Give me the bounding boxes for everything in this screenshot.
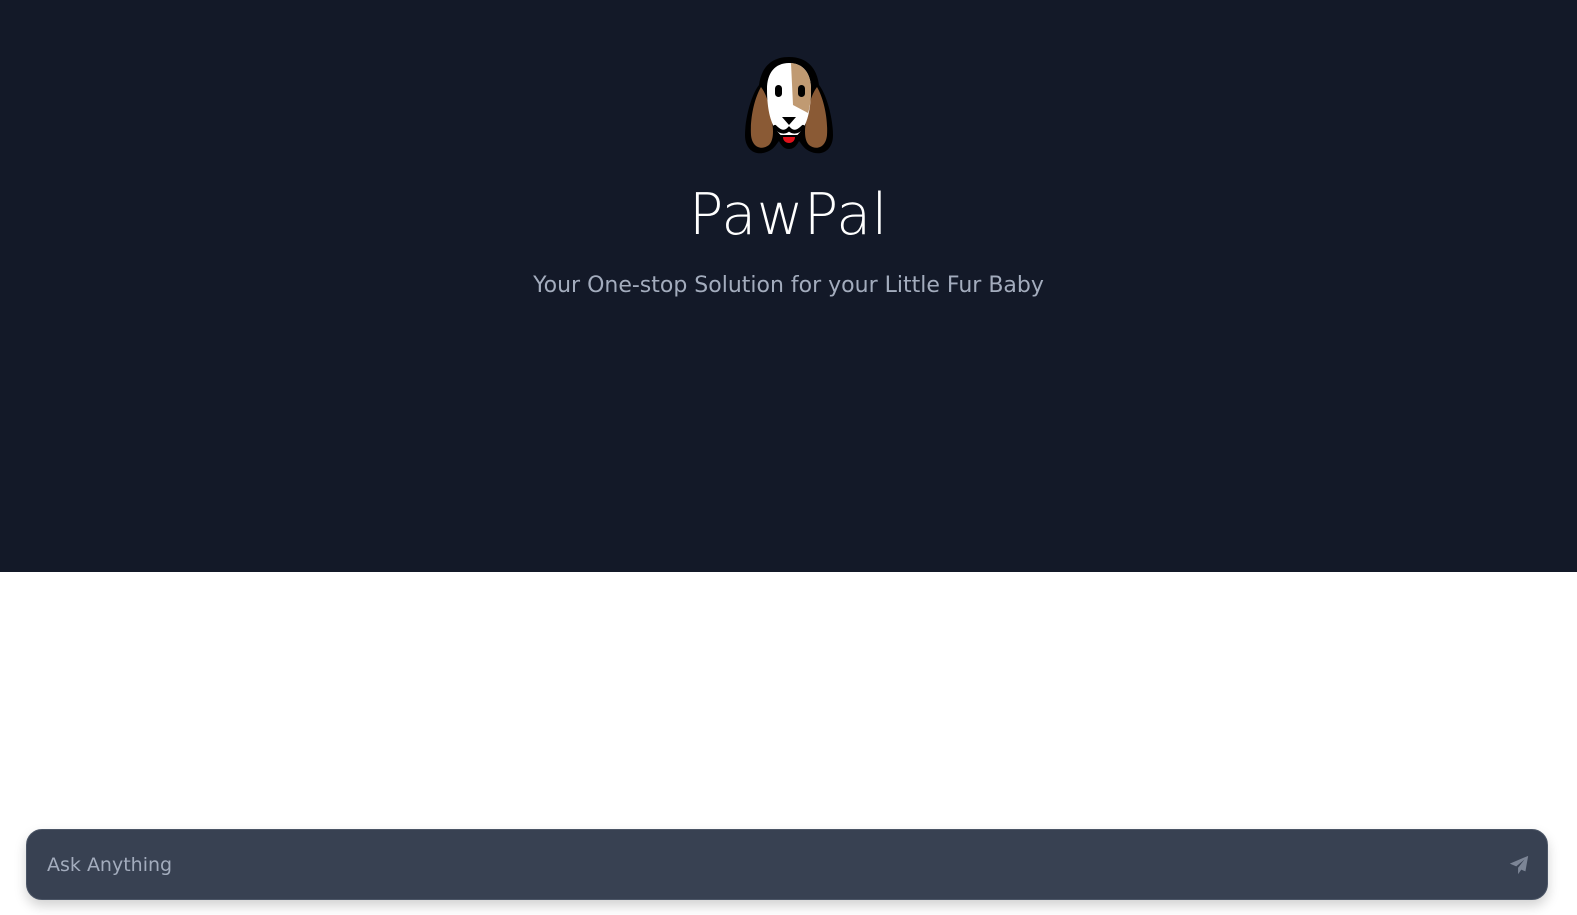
paper-plane-send-icon <box>1509 855 1529 875</box>
app-title: PawPal <box>689 182 888 248</box>
send-button[interactable] <box>1503 849 1535 881</box>
ask-input[interactable] <box>47 830 1477 899</box>
beagle-dog-face-icon <box>737 55 841 159</box>
chat-input-bar <box>26 829 1548 900</box>
hero-header: PawPal Your One-stop Solution for your L… <box>0 0 1577 572</box>
app-tagline: Your One-stop Solution for your Little F… <box>533 273 1044 298</box>
